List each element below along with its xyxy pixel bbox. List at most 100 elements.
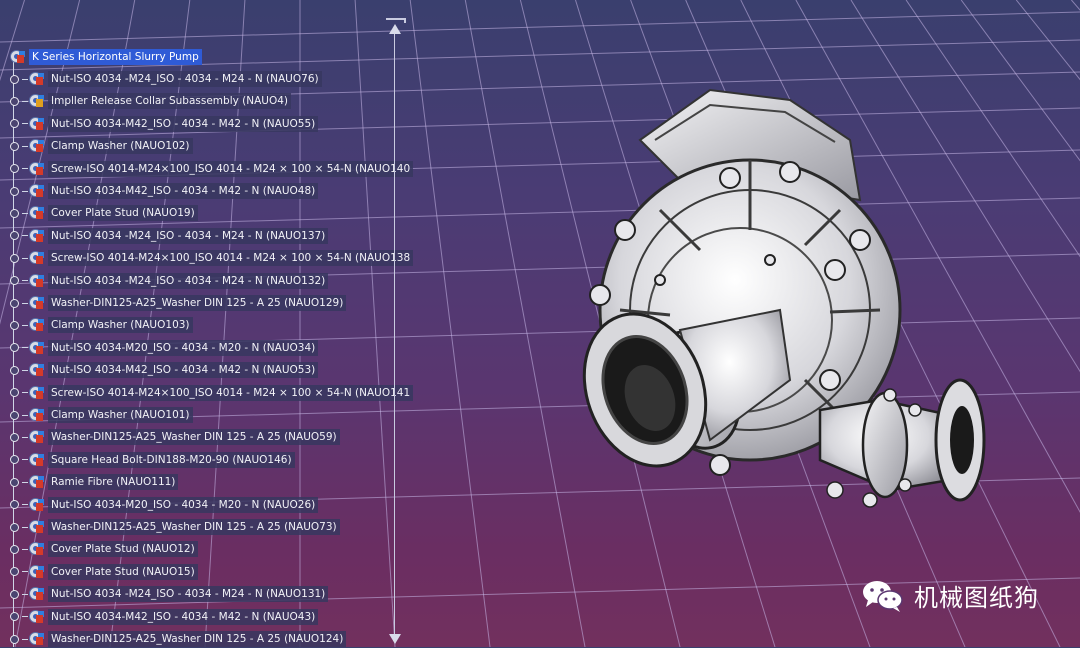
tree-node[interactable]: Screw-ISO 4014-M24×100_ISO 4014 - M24 × … (10, 160, 414, 178)
tree-node[interactable]: Impller Release Collar Subassembly (NAUO… (10, 92, 292, 110)
tree-node[interactable]: Screw-ISO 4014-M24×100_ISO 4014 - M24 × … (10, 249, 414, 267)
tree-node-label: Screw-ISO 4014-M24×100_ISO 4014 - M24 × … (48, 250, 414, 267)
tree-node[interactable]: Clamp Washer (NAUO102) (10, 137, 193, 155)
expand-node-icon[interactable] (10, 410, 19, 420)
tree-connector-line (22, 436, 28, 438)
tree-connector-line (22, 548, 28, 550)
expand-node-icon[interactable] (10, 522, 19, 532)
tree-connector-line (22, 616, 28, 618)
part-icon (29, 116, 45, 132)
expand-node-icon[interactable] (10, 119, 19, 129)
expand-node-icon[interactable] (10, 500, 19, 510)
part-icon (29, 205, 45, 221)
expand-node-icon[interactable] (10, 634, 19, 644)
expand-node-icon[interactable] (10, 320, 19, 330)
expand-node-icon[interactable] (10, 343, 19, 353)
tree-connector-line (22, 369, 28, 371)
tree-node-label: Nut-ISO 4034-M42_ISO - 4034 - M42 - N (N… (48, 115, 319, 132)
expand-node-icon[interactable] (10, 96, 19, 106)
tree-node[interactable]: Nut-ISO 4034 -M24_ISO - 4034 - M24 - N (… (10, 585, 329, 603)
tree-node[interactable]: Clamp Washer (NAUO101) (10, 406, 193, 424)
expand-node-icon[interactable] (10, 544, 19, 554)
tree-connector-line (22, 78, 28, 80)
expand-node-icon[interactable] (10, 567, 19, 577)
scrollbar-bracket (386, 18, 406, 23)
tree-scrollbar[interactable] (386, 18, 406, 647)
tree-node-label: Nut-ISO 4034-M42_ISO - 4034 - M42 - N (N… (48, 608, 319, 625)
tree-connector-line (22, 526, 28, 528)
product-icon (10, 49, 26, 65)
expand-node-icon[interactable] (10, 612, 19, 622)
tree-node[interactable]: Washer-DIN125-A25_Washer DIN 125 - A 25 … (10, 428, 340, 446)
tree-node[interactable]: Screw-ISO 4014-M24×100_ISO 4014 - M24 × … (10, 384, 414, 402)
tree-node[interactable]: Washer-DIN125-A25_Washer DIN 125 - A 25 … (10, 294, 347, 312)
tree-node-label: Clamp Washer (NAUO101) (48, 407, 193, 423)
part-icon (29, 340, 45, 356)
scroll-down-icon[interactable] (389, 634, 401, 644)
tree-root-label: K Series Horizontal Slurry Pump (29, 49, 202, 65)
part-icon (29, 474, 45, 490)
part-icon (29, 407, 45, 423)
tree-node[interactable]: Cover Plate Stud (NAUO19) (10, 204, 198, 222)
scrollbar-track[interactable] (394, 32, 395, 642)
expand-node-icon[interactable] (10, 298, 19, 308)
tree-root-product[interactable]: K Series Horizontal Slurry Pump (10, 48, 202, 66)
scroll-up-icon[interactable] (389, 24, 401, 34)
tree-node[interactable]: Nut-ISO 4034-M42_ISO - 4034 - M42 - N (N… (10, 608, 319, 626)
part-icon (29, 609, 45, 625)
tree-node[interactable]: Cover Plate Stud (NAUO15) (10, 563, 198, 581)
tree-node[interactable]: Square Head Bolt-DIN188-M20-90 (NAUO146) (10, 451, 295, 469)
subassembly-icon (29, 93, 45, 109)
expand-node-icon[interactable] (10, 365, 19, 375)
slurry-pump-model[interactable] (560, 80, 1000, 530)
tree-node[interactable]: Ramie Fibre (NAUO111) (10, 473, 179, 491)
expand-node-icon[interactable] (10, 164, 19, 174)
tree-connector-line (22, 257, 28, 259)
part-icon (29, 541, 45, 557)
tree-connector-line (22, 302, 28, 304)
tree-node-label: Washer-DIN125-A25_Washer DIN 125 - A 25 … (48, 519, 340, 535)
expand-node-icon[interactable] (10, 455, 19, 465)
part-icon (29, 161, 45, 177)
tree-connector-line (22, 235, 28, 237)
watermark: 机械图纸狗 (862, 578, 1039, 613)
tree-node[interactable]: Clamp Washer (NAUO103) (10, 316, 193, 334)
tree-node[interactable]: Nut-ISO 4034-M20_ISO - 4034 - M20 - N (N… (10, 496, 319, 514)
tree-node[interactable]: Cover Plate Stud (NAUO12) (10, 540, 198, 558)
expand-node-icon[interactable] (10, 186, 19, 196)
expand-node-icon[interactable] (10, 231, 19, 241)
tree-node[interactable]: Nut-ISO 4034-M42_ISO - 4034 - M42 - N (N… (10, 115, 319, 133)
tree-node-label: Square Head Bolt-DIN188-M20-90 (NAUO146) (48, 451, 295, 468)
expand-node-icon[interactable] (10, 141, 19, 151)
expand-node-icon[interactable] (10, 276, 19, 286)
tree-connector-line (22, 414, 28, 416)
tree-node-label: Clamp Washer (NAUO103) (48, 317, 193, 334)
tree-connector-line (22, 392, 28, 394)
expand-node-icon[interactable] (10, 253, 19, 263)
expand-node-icon[interactable] (10, 74, 19, 84)
tree-node[interactable]: Nut-ISO 4034-M20_ISO - 4034 - M20 - N (N… (10, 339, 319, 357)
expand-node-icon[interactable] (10, 432, 19, 442)
tree-node[interactable]: Nut-ISO 4034 -M24_ISO - 4034 - M24 - N (… (10, 227, 329, 245)
expand-node-icon[interactable] (10, 477, 19, 487)
tree-node[interactable]: Nut-ISO 4034-M42_ISO - 4034 - M42 - N (N… (10, 361, 319, 379)
tree-node[interactable]: Nut-ISO 4034 -M24_ISO - 4034 - M24 - N (… (10, 70, 322, 88)
3d-viewport[interactable]: K Series Horizontal Slurry Pump Nut-ISO 4… (0, 0, 1080, 647)
tree-node-label: Impller Release Collar Subassembly (NAUO… (48, 93, 292, 110)
tree-connector-line (22, 324, 28, 326)
tree-node-label: Cover Plate Stud (NAUO15) (48, 563, 198, 580)
specification-tree: K Series Horizontal Slurry Pump Nut-ISO 4… (0, 0, 414, 648)
tree-node[interactable]: Nut-ISO 4034-M42_ISO - 4034 - M42 - N (N… (10, 182, 319, 200)
tree-node[interactable]: Washer-DIN125-A25_Washer DIN 125 - A 25 … (10, 518, 340, 536)
part-icon (29, 429, 45, 445)
tree-connector-line (22, 212, 28, 214)
tree-connector-line (22, 100, 28, 102)
part-icon (29, 183, 45, 199)
part-icon (29, 228, 45, 244)
tree-node[interactable]: Washer-DIN125-A25_Washer DIN 125 - A 25 … (10, 630, 347, 648)
expand-node-icon[interactable] (10, 388, 19, 398)
expand-node-icon[interactable] (10, 208, 19, 218)
tree-node[interactable]: Nut-ISO 4034 -M24_ISO - 4034 - M24 - N (… (10, 272, 329, 290)
expand-node-icon[interactable] (10, 589, 19, 599)
tree-node-label: Nut-ISO 4034-M42_ISO - 4034 - M42 - N (N… (48, 362, 319, 379)
